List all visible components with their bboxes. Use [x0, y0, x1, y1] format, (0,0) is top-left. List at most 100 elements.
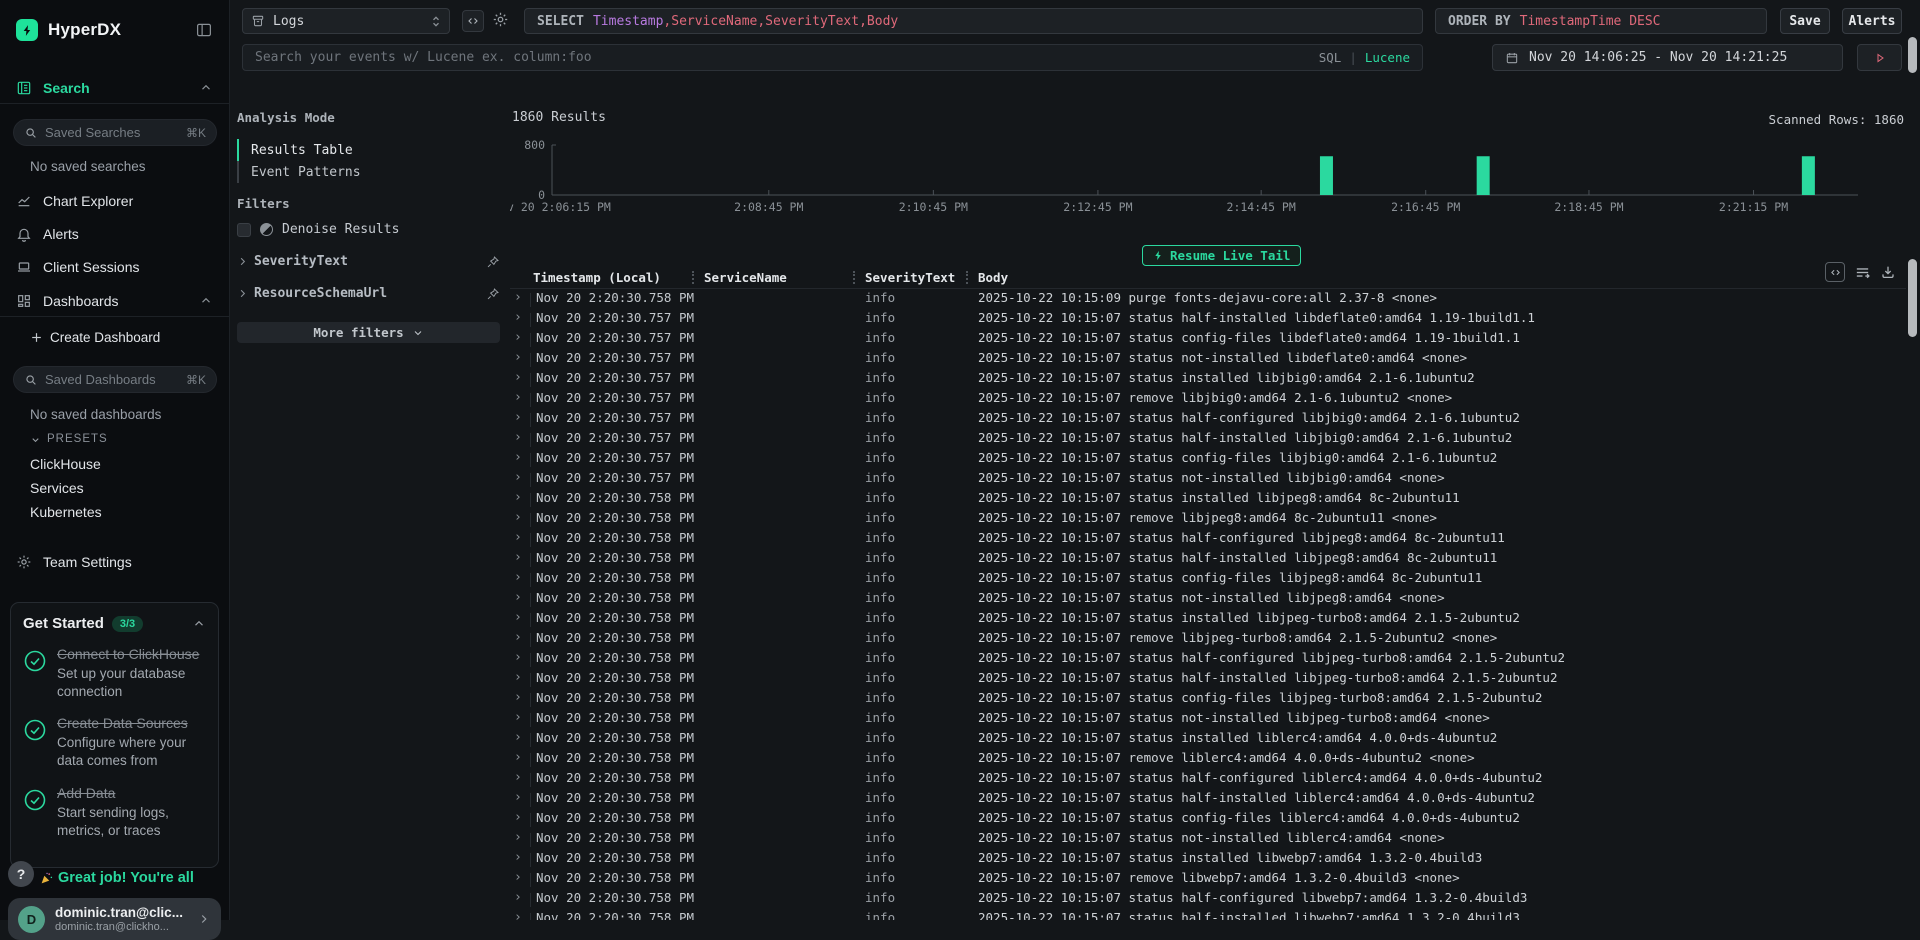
- table-row[interactable]: ›Nov 20 2:20:30.757 PMinfo2025-10-22 10:…: [510, 470, 1906, 490]
- alerts-button[interactable]: Alerts: [1842, 8, 1902, 34]
- row-expand-icon[interactable]: ›: [514, 410, 522, 425]
- get-started-item[interactable]: Add Data Start sending logs, metrics, or…: [11, 777, 218, 846]
- row-expand-icon[interactable]: ›: [514, 590, 522, 605]
- sidebar-item-client-sessions[interactable]: Client Sessions: [0, 255, 229, 279]
- row-expand-icon[interactable]: ›: [514, 770, 522, 785]
- denoise-results-row[interactable]: Denoise Results: [237, 222, 399, 237]
- table-row[interactable]: ›Nov 20 2:20:30.758 PMinfo2025-10-22 10:…: [510, 570, 1906, 590]
- filter-group-resourceschemaurl[interactable]: ResourceSchemaUrl: [237, 286, 500, 301]
- table-row[interactable]: ›Nov 20 2:20:30.757 PMinfo2025-10-22 10:…: [510, 350, 1906, 370]
- row-expand-icon[interactable]: ›: [514, 830, 522, 845]
- row-expand-icon[interactable]: ›: [514, 710, 522, 725]
- row-expand-icon[interactable]: ›: [514, 450, 522, 465]
- saved-dashboards-input[interactable]: ⌘K: [13, 366, 217, 393]
- saved-searches-field[interactable]: [45, 125, 186, 140]
- table-row[interactable]: ›Nov 20 2:20:30.758 PMinfo2025-10-22 10:…: [510, 290, 1906, 310]
- denoise-checkbox[interactable]: [237, 223, 251, 237]
- date-range-picker[interactable]: Nov 20 14:06:25 - Nov 20 14:21:25: [1492, 44, 1843, 71]
- source-select[interactable]: Logs: [242, 8, 450, 34]
- event-search-input[interactable]: [243, 50, 1319, 65]
- table-row[interactable]: ›Nov 20 2:20:30.758 PMinfo2025-10-22 10:…: [510, 810, 1906, 830]
- row-expand-icon[interactable]: ›: [514, 330, 522, 345]
- chevron-up-icon[interactable]: [199, 81, 213, 95]
- row-expand-icon[interactable]: ›: [514, 550, 522, 565]
- row-expand-icon[interactable]: ›: [514, 650, 522, 665]
- column-resize-handle[interactable]: [692, 271, 694, 284]
- more-filters-button[interactable]: More filters: [237, 322, 500, 343]
- row-expand-icon[interactable]: ›: [514, 350, 522, 365]
- mode-results-table[interactable]: Results Table: [237, 139, 353, 161]
- row-expand-icon[interactable]: ›: [514, 730, 522, 745]
- column-header-body[interactable]: Body: [978, 270, 1008, 285]
- column-resize-handle[interactable]: [853, 271, 855, 284]
- sidebar-item-alerts[interactable]: Alerts: [0, 222, 229, 246]
- lucene-toggle[interactable]: Lucene: [1365, 50, 1410, 65]
- row-expand-icon[interactable]: ›: [514, 910, 522, 920]
- create-dashboard-button[interactable]: Create Dashboard: [30, 330, 160, 345]
- language-toggle[interactable]: SQL | Lucene: [1319, 50, 1422, 65]
- table-row[interactable]: ›Nov 20 2:20:30.758 PMinfo2025-10-22 10:…: [510, 770, 1906, 790]
- mode-event-patterns[interactable]: Event Patterns: [237, 161, 361, 183]
- presets-section-toggle[interactable]: PRESETS: [30, 433, 108, 445]
- pin-icon[interactable]: [486, 255, 500, 269]
- table-row[interactable]: ›Nov 20 2:20:30.757 PMinfo2025-10-22 10:…: [510, 370, 1906, 390]
- row-expand-icon[interactable]: ›: [514, 430, 522, 445]
- table-row[interactable]: ›Nov 20 2:20:30.758 PMinfo2025-10-22 10:…: [510, 510, 1906, 530]
- table-row[interactable]: ›Nov 20 2:20:30.758 PMinfo2025-10-22 10:…: [510, 690, 1906, 710]
- resume-live-tail-button[interactable]: Resume Live Tail: [1142, 245, 1301, 266]
- column-header-timestamp[interactable]: Timestamp (Local): [533, 270, 661, 285]
- table-row[interactable]: ›Nov 20 2:20:30.758 PMinfo2025-10-22 10:…: [510, 550, 1906, 570]
- sidebar-item-team-settings[interactable]: Team Settings: [0, 550, 229, 574]
- table-row[interactable]: ›Nov 20 2:20:30.758 PMinfo2025-10-22 10:…: [510, 710, 1906, 730]
- row-expand-icon[interactable]: ›: [514, 490, 522, 505]
- table-row[interactable]: ›Nov 20 2:20:30.757 PMinfo2025-10-22 10:…: [510, 330, 1906, 350]
- table-row[interactable]: ›Nov 20 2:20:30.758 PMinfo2025-10-22 10:…: [510, 630, 1906, 650]
- wrap-lines-icon[interactable]: [1854, 264, 1871, 281]
- row-expand-icon[interactable]: ›: [514, 870, 522, 885]
- get-started-header[interactable]: Get Started 3/3: [11, 603, 218, 638]
- run-query-button[interactable]: [1857, 44, 1902, 71]
- row-expand-icon[interactable]: ›: [514, 310, 522, 325]
- preset-services[interactable]: Services: [30, 480, 84, 496]
- save-button[interactable]: Save: [1780, 8, 1830, 34]
- table-row[interactable]: ›Nov 20 2:20:30.758 PMinfo2025-10-22 10:…: [510, 590, 1906, 610]
- sql-toggle[interactable]: SQL: [1319, 50, 1342, 65]
- select-clause-input[interactable]: SELECT Timestamp ,ServiceName,SeverityTe…: [524, 8, 1423, 34]
- row-expand-icon[interactable]: ›: [514, 510, 522, 525]
- event-search-bar[interactable]: SQL | Lucene: [242, 44, 1423, 71]
- table-scrollbar-thumb[interactable]: [1908, 259, 1917, 337]
- table-row[interactable]: ›Nov 20 2:20:30.757 PMinfo2025-10-22 10:…: [510, 310, 1906, 330]
- row-expand-icon[interactable]: ›: [514, 890, 522, 905]
- get-started-item[interactable]: Connect to ClickHouse Set up your databa…: [11, 638, 218, 707]
- row-expand-icon[interactable]: ›: [514, 790, 522, 805]
- table-row[interactable]: ›Nov 20 2:20:30.758 PMinfo2025-10-22 10:…: [510, 910, 1906, 920]
- preset-clickhouse[interactable]: ClickHouse: [30, 456, 101, 472]
- table-row[interactable]: ›Nov 20 2:20:30.758 PMinfo2025-10-22 10:…: [510, 670, 1906, 690]
- pin-icon[interactable]: [486, 287, 500, 301]
- table-row[interactable]: ›Nov 20 2:20:30.758 PMinfo2025-10-22 10:…: [510, 490, 1906, 510]
- table-row[interactable]: ›Nov 20 2:20:30.757 PMinfo2025-10-22 10:…: [510, 430, 1906, 450]
- chevron-up-icon[interactable]: [192, 617, 206, 631]
- chevron-up-icon[interactable]: [199, 294, 213, 308]
- code-view-button[interactable]: [1825, 262, 1845, 282]
- table-row[interactable]: ›Nov 20 2:20:30.757 PMinfo2025-10-22 10:…: [510, 450, 1906, 470]
- column-header-servicename[interactable]: ServiceName: [704, 270, 787, 285]
- sidebar-item-chart-explorer[interactable]: Chart Explorer: [0, 189, 229, 213]
- row-expand-icon[interactable]: ›: [514, 570, 522, 585]
- table-row[interactable]: ›Nov 20 2:20:30.758 PMinfo2025-10-22 10:…: [510, 650, 1906, 670]
- row-expand-icon[interactable]: ›: [514, 290, 522, 305]
- table-row[interactable]: ›Nov 20 2:20:30.758 PMinfo2025-10-22 10:…: [510, 730, 1906, 750]
- table-row[interactable]: ›Nov 20 2:20:30.757 PMinfo2025-10-22 10:…: [510, 410, 1906, 430]
- row-expand-icon[interactable]: ›: [514, 530, 522, 545]
- row-expand-icon[interactable]: ›: [514, 690, 522, 705]
- row-expand-icon[interactable]: ›: [514, 610, 522, 625]
- row-expand-icon[interactable]: ›: [514, 750, 522, 765]
- table-row[interactable]: ›Nov 20 2:20:30.758 PMinfo2025-10-22 10:…: [510, 530, 1906, 550]
- order-by-input[interactable]: ORDER BY TimestampTime DESC: [1435, 8, 1767, 34]
- row-expand-icon[interactable]: ›: [514, 810, 522, 825]
- download-icon[interactable]: [1880, 264, 1896, 280]
- saved-dashboards-field[interactable]: [45, 372, 186, 387]
- user-menu[interactable]: D dominic.tran@clic... dominic.tran@clic…: [8, 898, 221, 940]
- saved-searches-input[interactable]: ⌘K: [13, 119, 217, 146]
- row-expand-icon[interactable]: ›: [514, 850, 522, 865]
